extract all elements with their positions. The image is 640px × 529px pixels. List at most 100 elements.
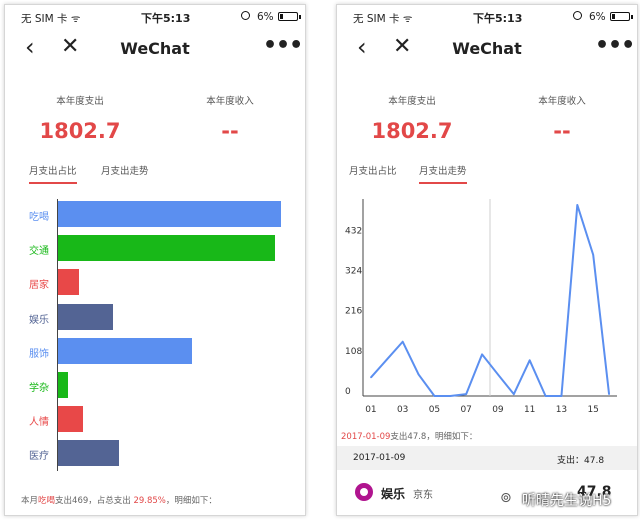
note-mid: 支出469，占总支出 xyxy=(55,496,134,506)
bar-category-label: 娱乐 xyxy=(29,314,49,326)
carrier-label: 无 SIM 卡 ᯤ xyxy=(353,13,413,25)
more-menu-icon[interactable]: ••• xyxy=(595,33,635,58)
data-point xyxy=(401,340,404,343)
carrier-label: 无 SIM 卡 ᯤ xyxy=(21,13,81,25)
data-point xyxy=(386,358,388,361)
income-summary: 本年度收入 -- xyxy=(155,93,305,143)
data-point xyxy=(497,373,499,376)
x-tick-label: 07 xyxy=(460,405,471,415)
data-point xyxy=(576,204,579,206)
data-point xyxy=(481,353,483,356)
status-bar: 无 SIM 卡 ᯤ 下午5:13 6% xyxy=(337,5,637,25)
expense-summary: 本年度支出 1802.7 xyxy=(5,93,155,143)
y-tick-label: 324 xyxy=(345,267,362,277)
bar-category-label: 医疗 xyxy=(29,451,49,463)
phone-screen-right: 无 SIM 卡 ᯤ 下午5:13 6% ‹ ✕ WeChat ••• 本年度支出… xyxy=(336,4,638,516)
page-title: WeChat xyxy=(120,39,190,58)
data-point xyxy=(433,395,436,397)
page-title: WeChat xyxy=(452,39,522,58)
income-value: -- xyxy=(221,119,239,143)
note-percent: 29.85% xyxy=(133,496,166,506)
x-tick-label: 13 xyxy=(556,405,567,415)
y-tick-label: 108 xyxy=(345,347,362,357)
x-tick-label: 03 xyxy=(397,405,408,415)
data-point xyxy=(417,373,420,376)
detail-day-row[interactable]: 2017-01-09 支出：47.8 xyxy=(337,446,637,470)
tab-monthly-share[interactable]: 月支出占比 xyxy=(29,163,77,184)
detail-row-date: 2017-01-09 xyxy=(353,453,406,463)
bar[interactable] xyxy=(58,235,276,262)
bar[interactable] xyxy=(58,337,193,364)
detail-summary: 支出47.8，明细如下： xyxy=(390,432,478,442)
bar[interactable] xyxy=(58,372,68,398)
expense-label: 本年度支出 xyxy=(388,96,436,107)
bar-row: 交通 xyxy=(5,233,305,265)
battery-tip xyxy=(299,15,301,19)
bar-category-label: 居家 xyxy=(29,280,49,292)
tab-monthly-trend[interactable]: 月支出走势 xyxy=(101,163,149,182)
bar-row: 吃喝 xyxy=(5,199,305,231)
expense-summary: 本年度支出 1802.7 xyxy=(337,93,487,143)
bar-row: 居家 xyxy=(5,267,305,299)
phone-screen-left: 无 SIM 卡 ᯤ 下午5:13 6% ‹ ✕ WeChat ••• 本年度支出… xyxy=(4,4,306,516)
category-bar-chart: 吃喝交通居家娱乐服饰学杂人情医疗 xyxy=(5,191,305,491)
battery-percent: 6% xyxy=(257,11,274,23)
x-tick-label: 09 xyxy=(492,405,504,415)
bar-row: 医疗 xyxy=(5,438,305,470)
bar-category-label: 人情 xyxy=(29,417,49,429)
detail-date: 2017-01-09 xyxy=(341,432,391,442)
status-bar: 无 SIM 卡 ᯤ 下午5:13 6% xyxy=(5,5,305,25)
note-category: 吃喝 xyxy=(38,496,56,506)
tab-monthly-trend[interactable]: 月支出走势 xyxy=(419,163,467,184)
y-tick-label: 432 xyxy=(345,226,362,236)
watermark-text: 听晴先生说H5 xyxy=(522,493,612,509)
tab-monthly-share[interactable]: 月支出占比 xyxy=(349,163,397,182)
orientation-lock-icon xyxy=(573,11,582,20)
bar-category-label: 服饰 xyxy=(29,348,49,360)
monthly-trend-line-chart: 0 108 216 324 432 01 03 05 07 09 11 13 15 xyxy=(345,199,617,415)
clock: 下午5:13 xyxy=(473,12,523,25)
detail-row-amount: 支出：47.8 xyxy=(557,456,605,466)
transaction-category: 娱乐 xyxy=(381,487,406,501)
chart-tabs: 月支出占比 月支出走势 xyxy=(349,163,621,187)
bar[interactable] xyxy=(58,406,83,433)
orientation-lock-icon xyxy=(241,11,250,20)
x-tick-label: 11 xyxy=(524,405,535,415)
bar[interactable] xyxy=(58,440,119,467)
year-summary: 本年度支出 1802.7 本年度收入 -- xyxy=(5,93,305,143)
clock: 下午5:13 xyxy=(141,12,191,25)
income-value: -- xyxy=(553,119,571,143)
bar-row: 学杂 xyxy=(5,370,305,402)
x-tick-label: 15 xyxy=(587,405,598,415)
detail-date-line: 2017-01-09支出47.8，明细如下： xyxy=(341,430,477,442)
bar[interactable] xyxy=(58,201,281,227)
data-point xyxy=(513,393,515,395)
bar-category-label: 吃喝 xyxy=(29,212,49,223)
month-summary-note: 本月吃喝支出469，占总支出 29.85%，明细如下： xyxy=(21,494,217,506)
category-icon xyxy=(355,483,373,501)
bar[interactable] xyxy=(58,303,114,330)
expense-value: 1802.7 xyxy=(39,119,121,143)
year-summary: 本年度支出 1802.7 本年度收入 -- xyxy=(337,93,637,143)
bar-category-label: 学杂 xyxy=(29,383,49,394)
bar-category-label: 交通 xyxy=(29,246,49,258)
y-tick-label: 216 xyxy=(345,307,362,317)
note-prefix: 本月 xyxy=(21,496,39,506)
income-label: 本年度收入 xyxy=(538,96,586,107)
nav-bar: ‹ ✕ WeChat ••• xyxy=(5,27,305,67)
data-point xyxy=(544,395,547,397)
more-menu-icon[interactable]: ••• xyxy=(263,33,303,58)
x-tick-label: 05 xyxy=(429,405,440,415)
data-point xyxy=(608,393,610,395)
bar-row: 服饰 xyxy=(5,336,305,368)
transaction-merchant: 京东 xyxy=(413,490,433,501)
data-point xyxy=(449,395,452,397)
income-label: 本年度收入 xyxy=(206,96,254,107)
battery-percent: 6% xyxy=(589,11,606,23)
wechat-icon: ⊚ xyxy=(500,490,512,506)
battery-icon xyxy=(610,12,630,21)
bar[interactable] xyxy=(58,269,79,296)
income-summary: 本年度收入 -- xyxy=(487,93,637,143)
chart-tabs: 月支出占比 月支出走势 xyxy=(29,163,289,187)
data-point xyxy=(592,253,594,256)
